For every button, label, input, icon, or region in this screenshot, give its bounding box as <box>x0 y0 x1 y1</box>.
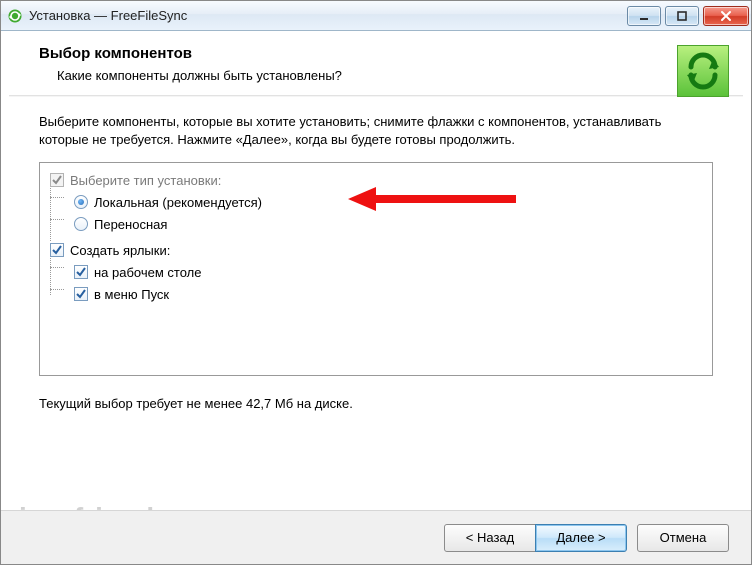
shortcuts-label: Создать ярлыки: <box>70 243 170 258</box>
next-button[interactable]: Далее > <box>535 524 627 552</box>
page-subheading: Какие компоненты должны быть установлены… <box>57 68 729 83</box>
shortcuts-group[interactable]: Создать ярлыки: <box>48 239 704 261</box>
install-type-label: Выберите тип установки: <box>70 173 221 188</box>
radio-local[interactable] <box>74 195 88 209</box>
minimize-button[interactable] <box>627 6 661 26</box>
back-button[interactable]: < Назад <box>444 524 536 552</box>
install-option-portable-label: Переносная <box>94 217 167 232</box>
shortcut-desktop-checkbox[interactable] <box>74 265 88 279</box>
page-heading: Выбор компонентов <box>39 45 729 62</box>
app-icon <box>7 8 23 24</box>
cancel-button[interactable]: Отмена <box>637 524 729 552</box>
radio-portable[interactable] <box>74 217 88 231</box>
wizard-body: Выберите компоненты, которые вы хотите у… <box>1 97 751 419</box>
window-controls <box>623 6 749 26</box>
instructions-text: Выберите компоненты, которые вы хотите у… <box>39 113 713 148</box>
shortcut-desktop[interactable]: на рабочем столе <box>48 261 704 283</box>
back-button-label: < Назад <box>466 530 514 545</box>
shortcut-startmenu[interactable]: в меню Пуск <box>48 283 704 305</box>
components-tree: Выберите тип установки: Локальная (реком… <box>39 162 713 376</box>
install-type-group: Выберите тип установки: <box>48 169 704 191</box>
disk-requirement-text: Текущий выбор требует не менее 42,7 Мб н… <box>39 396 713 411</box>
window-title: Установка — FreeFileSync <box>29 8 623 23</box>
maximize-button[interactable] <box>665 6 699 26</box>
shortcuts-checkbox[interactable] <box>50 243 64 257</box>
shortcut-startmenu-checkbox[interactable] <box>74 287 88 301</box>
next-button-label: Далее > <box>556 530 605 545</box>
titlebar: Установка — FreeFileSync <box>1 1 751 31</box>
nav-button-group: < Назад Далее > <box>444 524 627 552</box>
install-option-portable[interactable]: Переносная <box>48 213 704 235</box>
cancel-button-label: Отмена <box>660 530 707 545</box>
shortcut-startmenu-label: в меню Пуск <box>94 287 169 302</box>
wizard-header: Выбор компонентов Какие компоненты должн… <box>1 31 751 95</box>
install-type-checkbox <box>50 173 64 187</box>
product-logo-icon <box>677 45 729 97</box>
shortcut-desktop-label: на рабочем столе <box>94 265 202 280</box>
close-button[interactable] <box>703 6 749 26</box>
wizard-footer: < Назад Далее > Отмена <box>1 510 751 564</box>
install-option-local[interactable]: Локальная (рекомендуется) <box>48 191 704 213</box>
install-option-local-label: Локальная (рекомендуется) <box>94 195 262 210</box>
